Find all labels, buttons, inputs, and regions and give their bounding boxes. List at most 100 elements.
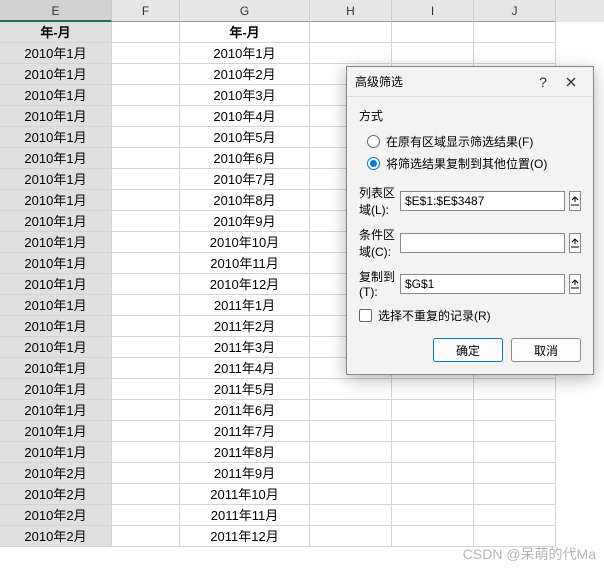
cell[interactable]: 2010年5月 xyxy=(180,127,310,148)
cell[interactable]: 2010年7月 xyxy=(180,169,310,190)
cell[interactable] xyxy=(392,505,474,526)
cell[interactable]: 2011年5月 xyxy=(180,379,310,400)
cell[interactable] xyxy=(112,484,180,505)
cell[interactable]: 2010年2月 xyxy=(0,505,112,526)
cell[interactable]: 2010年1月 xyxy=(0,43,112,64)
cell[interactable] xyxy=(112,379,180,400)
cell[interactable] xyxy=(112,211,180,232)
cell[interactable]: 2011年1月 xyxy=(180,295,310,316)
cell[interactable]: 2011年9月 xyxy=(180,463,310,484)
cell[interactable] xyxy=(392,43,474,64)
cell[interactable] xyxy=(310,421,392,442)
cell[interactable] xyxy=(310,400,392,421)
cell[interactable]: 2011年7月 xyxy=(180,421,310,442)
cell[interactable]: 2010年1月 xyxy=(0,106,112,127)
col-header-I[interactable]: I xyxy=(392,0,474,22)
range-select-button[interactable] xyxy=(569,233,581,253)
cell[interactable] xyxy=(310,484,392,505)
cell[interactable]: 2010年1月 xyxy=(180,43,310,64)
cell[interactable] xyxy=(474,463,556,484)
cell[interactable]: 2010年6月 xyxy=(180,148,310,169)
cell[interactable]: 2010年11月 xyxy=(180,253,310,274)
range-select-button[interactable] xyxy=(569,191,581,211)
cell[interactable] xyxy=(112,316,180,337)
unique-records-checkbox[interactable]: 选择不重复的记录(R) xyxy=(359,307,581,324)
cell[interactable]: 2010年2月 xyxy=(180,64,310,85)
cell[interactable]: 2010年1月 xyxy=(0,295,112,316)
cell[interactable] xyxy=(112,127,180,148)
cell[interactable]: 2011年12月 xyxy=(180,526,310,547)
radio-filter-inplace[interactable]: 在原有区域显示筛选结果(F) xyxy=(367,130,581,152)
cell[interactable]: 2010年1月 xyxy=(0,400,112,421)
cell[interactable] xyxy=(112,43,180,64)
cell[interactable]: 2010年1月 xyxy=(0,85,112,106)
cell[interactable] xyxy=(310,43,392,64)
radio-copy-to[interactable]: 将筛选结果复制到其他位置(O) xyxy=(367,152,581,174)
cell[interactable] xyxy=(112,22,180,43)
cell[interactable] xyxy=(474,526,556,547)
cell[interactable] xyxy=(112,253,180,274)
cell[interactable] xyxy=(392,379,474,400)
cell[interactable] xyxy=(112,358,180,379)
cell[interactable]: 2010年12月 xyxy=(180,274,310,295)
cell[interactable]: 2010年1月 xyxy=(0,358,112,379)
cell[interactable] xyxy=(112,169,180,190)
cell[interactable] xyxy=(474,505,556,526)
cell[interactable]: 2011年11月 xyxy=(180,505,310,526)
cell[interactable]: 2010年2月 xyxy=(0,526,112,547)
col-header-J[interactable]: J xyxy=(474,0,556,22)
cell[interactable] xyxy=(392,526,474,547)
cell[interactable]: 2010年1月 xyxy=(0,64,112,85)
cell[interactable]: 2011年6月 xyxy=(180,400,310,421)
cell[interactable] xyxy=(112,421,180,442)
cell[interactable] xyxy=(112,295,180,316)
cell[interactable]: 2010年1月 xyxy=(0,337,112,358)
cell[interactable]: 2010年1月 xyxy=(0,127,112,148)
cell[interactable] xyxy=(392,442,474,463)
cell[interactable] xyxy=(392,484,474,505)
cell[interactable]: 2010年1月 xyxy=(0,379,112,400)
dialog-titlebar[interactable]: 高级筛选 ? xyxy=(347,67,593,97)
cell[interactable] xyxy=(112,148,180,169)
cell[interactable]: 2010年8月 xyxy=(180,190,310,211)
ok-button[interactable]: 确定 xyxy=(433,338,503,362)
cell[interactable] xyxy=(310,22,392,43)
cell[interactable]: 2010年1月 xyxy=(0,211,112,232)
cell[interactable] xyxy=(310,379,392,400)
cell[interactable]: 2010年1月 xyxy=(0,274,112,295)
close-button[interactable] xyxy=(557,70,585,94)
cell[interactable] xyxy=(392,400,474,421)
cell[interactable] xyxy=(112,274,180,295)
cell[interactable] xyxy=(310,442,392,463)
cell[interactable] xyxy=(474,379,556,400)
cell[interactable] xyxy=(392,22,474,43)
cell[interactable]: 2011年10月 xyxy=(180,484,310,505)
cell[interactable]: 2010年3月 xyxy=(180,85,310,106)
cell[interactable]: 2010年1月 xyxy=(0,316,112,337)
cell[interactable] xyxy=(112,85,180,106)
cell[interactable] xyxy=(474,421,556,442)
cell[interactable]: 2011年4月 xyxy=(180,358,310,379)
cell[interactable] xyxy=(112,337,180,358)
cell[interactable]: 2010年1月 xyxy=(0,442,112,463)
cell[interactable] xyxy=(474,484,556,505)
cell[interactable]: 2010年10月 xyxy=(180,232,310,253)
cell[interactable] xyxy=(474,43,556,64)
cell[interactable]: 2010年1月 xyxy=(0,232,112,253)
cancel-button[interactable]: 取消 xyxy=(511,338,581,362)
cell[interactable] xyxy=(474,400,556,421)
cell[interactable]: 2010年9月 xyxy=(180,211,310,232)
copy-to-input[interactable] xyxy=(400,274,565,294)
cell-G-header[interactable]: 年-月 xyxy=(180,22,310,43)
cell[interactable]: 2011年2月 xyxy=(180,316,310,337)
cell[interactable] xyxy=(112,505,180,526)
cell[interactable] xyxy=(112,526,180,547)
cell[interactable]: 2010年1月 xyxy=(0,253,112,274)
col-header-H[interactable]: H xyxy=(310,0,392,22)
col-header-G[interactable]: G xyxy=(180,0,310,22)
list-range-input[interactable] xyxy=(400,191,565,211)
help-button[interactable]: ? xyxy=(529,70,557,94)
col-header-E[interactable]: E xyxy=(0,0,112,22)
cell[interactable] xyxy=(112,106,180,127)
cell[interactable] xyxy=(474,22,556,43)
